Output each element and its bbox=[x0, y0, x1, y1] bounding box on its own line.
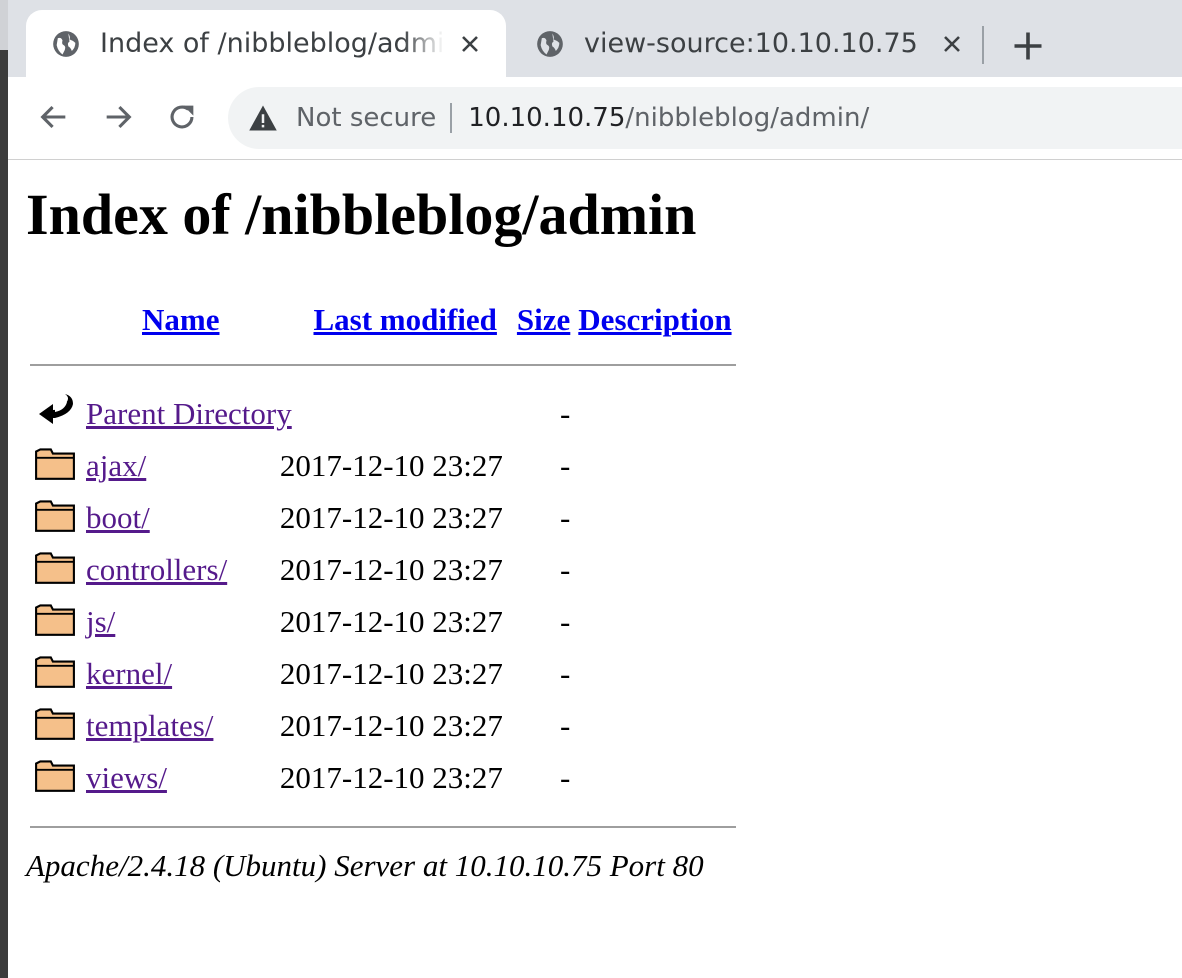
size-cell: - bbox=[559, 604, 571, 639]
table-row: ajax/2017-12-10 23:27 - bbox=[30, 440, 736, 492]
close-tab-icon[interactable] bbox=[458, 32, 482, 56]
size-cell: - bbox=[559, 656, 571, 691]
sort-by-description-link[interactable]: Description bbox=[578, 302, 731, 337]
forward-button[interactable] bbox=[98, 97, 138, 137]
arrow-right-icon bbox=[106, 105, 132, 129]
table-row: kernel/2017-12-10 23:27 - bbox=[30, 648, 736, 700]
sort-by-name-link[interactable]: Name bbox=[142, 302, 219, 337]
globe-icon bbox=[53, 30, 79, 57]
directory-link[interactable]: js/ bbox=[86, 604, 115, 639]
size-cell: - bbox=[559, 760, 571, 795]
reload-button[interactable] bbox=[162, 97, 202, 137]
size-cell: - bbox=[559, 500, 571, 535]
address-bar[interactable]: Not secure 10.10.10.75/nibbleblog/admin/ bbox=[228, 87, 1182, 149]
table-row: boot/2017-12-10 23:27 - bbox=[30, 492, 736, 544]
omnibox-divider bbox=[450, 103, 453, 133]
directory-link[interactable]: boot/ bbox=[86, 500, 150, 535]
reload-icon bbox=[170, 105, 194, 129]
url-text[interactable]: 10.10.10.75/nibbleblog/admin/ bbox=[468, 103, 869, 133]
folder-icon bbox=[35, 604, 75, 636]
folder-icon bbox=[35, 760, 75, 792]
size-cell: - bbox=[559, 552, 571, 587]
table-row: controllers/2017-12-10 23:27 - bbox=[30, 544, 736, 596]
directory-link[interactable]: views/ bbox=[86, 760, 167, 795]
new-tab-icon[interactable] bbox=[1010, 28, 1046, 64]
arrow-left-icon bbox=[40, 105, 66, 129]
separator-line bbox=[30, 364, 736, 366]
folder-icon bbox=[35, 500, 75, 532]
size-cell: - bbox=[559, 396, 571, 431]
last-modified-cell: 2017-12-10 23:27 bbox=[279, 708, 503, 743]
last-modified-cell: 2017-12-10 23:27 bbox=[279, 500, 503, 535]
back-button[interactable] bbox=[34, 97, 74, 137]
globe-icon bbox=[537, 30, 563, 57]
table-row: templates/2017-12-10 23:27 - bbox=[30, 700, 736, 752]
warning-icon[interactable] bbox=[248, 104, 278, 132]
last-modified-cell: 2017-12-10 23:27 bbox=[279, 604, 503, 639]
back-arrow-icon bbox=[39, 394, 73, 424]
directory-link[interactable]: ajax/ bbox=[86, 448, 146, 483]
parent-directory-link[interactable]: Parent Directory bbox=[86, 396, 292, 431]
listing-header-row: Name Last modified Size Description bbox=[30, 298, 736, 342]
last-modified-cell: 2017-12-10 23:27 bbox=[279, 552, 503, 587]
folder-icon bbox=[35, 552, 75, 584]
last-modified-cell: 2017-12-10 23:27 bbox=[279, 656, 503, 691]
window-left-edge bbox=[0, 0, 8, 978]
directory-link[interactable]: templates/ bbox=[86, 708, 213, 743]
url-host: 10.10.10.75 bbox=[468, 103, 626, 133]
tab-strip: Index of /nibbleblog/admin/ view-source:… bbox=[8, 0, 1182, 77]
tab-title: view-source:10.10.10.75 bbox=[584, 28, 918, 59]
last-modified-cell: 2017-12-10 23:27 bbox=[279, 760, 503, 795]
directory-link[interactable]: controllers/ bbox=[86, 552, 227, 587]
security-status[interactable]: Not secure bbox=[296, 103, 436, 133]
page-content: Index of /nibbleblog/admin Name Last mod… bbox=[26, 160, 1176, 883]
sort-by-last-modified-link[interactable]: Last modified bbox=[313, 302, 496, 337]
table-row: Parent Directory - bbox=[30, 388, 736, 440]
size-cell: - bbox=[559, 708, 571, 743]
tab-view-source[interactable]: view-source:10.10.10.75 bbox=[516, 10, 986, 77]
directory-listing: Name Last modified Size Description Pare… bbox=[30, 298, 736, 850]
tab-title: Index of /nibbleblog/admin/ bbox=[100, 28, 444, 59]
browser-toolbar: Not secure 10.10.10.75/nibbleblog/admin/ bbox=[8, 77, 1182, 160]
close-tab-icon[interactable] bbox=[940, 32, 964, 56]
table-row: views/2017-12-10 23:27 - bbox=[30, 752, 736, 804]
last-modified-cell: 2017-12-10 23:27 bbox=[279, 448, 503, 483]
folder-icon bbox=[35, 448, 75, 480]
url-path: /nibbleblog/admin/ bbox=[625, 103, 870, 133]
sort-by-size-link[interactable]: Size bbox=[517, 302, 570, 337]
server-signature: Apache/2.4.18 (Ubuntu) Server at 10.10.1… bbox=[26, 848, 704, 883]
separator-line bbox=[30, 826, 736, 828]
table-row: js/2017-12-10 23:27 - bbox=[30, 596, 736, 648]
tab-separator bbox=[982, 26, 984, 64]
directory-link[interactable]: kernel/ bbox=[86, 656, 172, 691]
size-cell: - bbox=[559, 448, 571, 483]
folder-icon bbox=[35, 656, 75, 688]
folder-icon bbox=[35, 708, 75, 740]
page-title: Index of /nibbleblog/admin bbox=[26, 182, 697, 247]
tab-index-of-admin[interactable]: Index of /nibbleblog/admin/ bbox=[26, 10, 506, 77]
